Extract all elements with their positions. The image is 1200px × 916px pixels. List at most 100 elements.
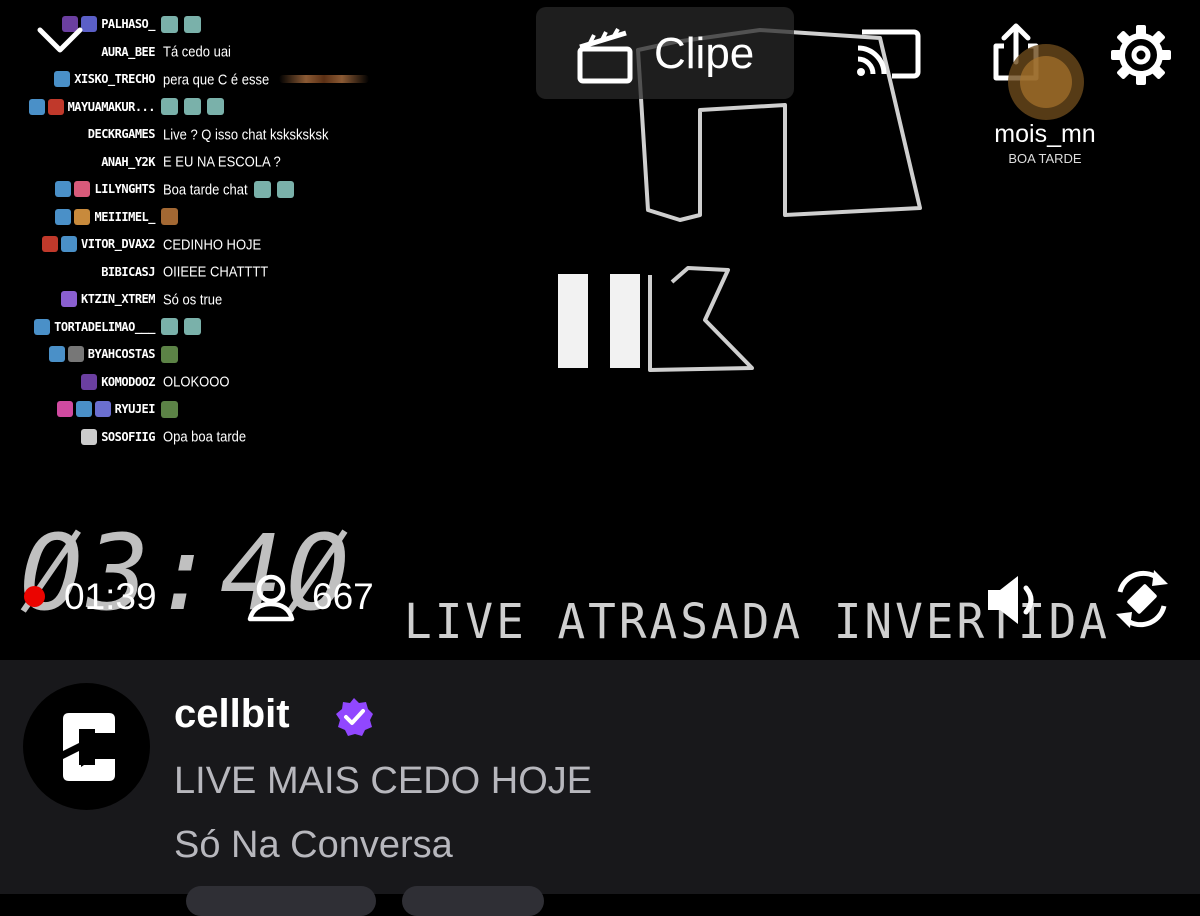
- chat-message: SOSOFIIG Opa boa tarde: [0, 427, 246, 447]
- channel-name[interactable]: cellbit: [174, 692, 290, 737]
- chat-emote-icon: [276, 180, 294, 198]
- chat-badge-icon: [55, 181, 72, 197]
- chat-badges: [42, 236, 78, 252]
- chat-badges: [28, 98, 64, 115]
- chat-username[interactable]: AURA_BEE: [101, 45, 155, 59]
- chat-badge-icon: [75, 401, 92, 417]
- chat-message-text: Tá cedo uai: [163, 43, 231, 60]
- channel-avatar[interactable]: [23, 683, 150, 810]
- chat-emote-icon: [161, 318, 178, 335]
- clip-label: Clipe: [654, 29, 755, 78]
- chat-emote-icon: [161, 15, 178, 33]
- gear-icon[interactable]: [1108, 22, 1174, 88]
- channel-logo-icon: [61, 713, 115, 781]
- chat-emote-icon: [207, 98, 224, 115]
- chat-username[interactable]: TORTADELIMAO___: [54, 320, 155, 334]
- chat-message: VITOR_DVAX2 CEDINHO HOJE: [0, 234, 261, 254]
- chat-badges: [55, 208, 91, 225]
- chat-username[interactable]: KTZIN_XTREM: [81, 292, 155, 306]
- chat-emote-icon: [161, 98, 178, 115]
- chat-username[interactable]: DECKRGAMES: [88, 127, 156, 141]
- clapperboard-icon: [577, 28, 633, 84]
- chat-username[interactable]: ANAH_Y2K: [101, 155, 155, 169]
- stream-info-panel: cellbit LIVE MAIS CEDO HOJE Só Na Conver…: [0, 660, 1200, 916]
- chat-username[interactable]: KOMODOOZ: [101, 375, 155, 389]
- chat-emote-icon: [253, 180, 271, 198]
- chat-message: PALHASO_: [0, 14, 201, 34]
- chat-message: MAYUAMAKUR...: [0, 97, 224, 117]
- chat-badge-icon: [61, 236, 78, 252]
- chat-message: BYAHCOSTAS: [0, 344, 178, 364]
- video-player[interactable]: PALHASO_ AURA_BEE Tá cedo uai XISKO_TRECHO p…: [0, 0, 1200, 660]
- chat-badge-icon: [55, 208, 72, 225]
- cast-icon[interactable]: [852, 26, 922, 82]
- chat-badge-icon: [61, 291, 78, 307]
- chat-message-text: Opa boa tarde: [163, 428, 247, 445]
- chat-username[interactable]: LILYNGHTS: [94, 182, 155, 196]
- chat-badge-icon: [48, 346, 65, 362]
- chat-badge-icon: [54, 71, 71, 87]
- overlay-user: mois_mn BOA TARDE: [980, 120, 1110, 166]
- chat-message: AURA_BEE Tá cedo uai: [0, 42, 231, 62]
- verified-badge-icon: [336, 698, 373, 736]
- chevron-down-icon[interactable]: [36, 22, 84, 56]
- chat-emote-icon: [184, 15, 201, 33]
- chat-badges: [81, 373, 98, 390]
- chat-username[interactable]: PALHASO_: [101, 17, 155, 31]
- chat-badge-icon: [47, 98, 64, 115]
- tag-pill[interactable]: [402, 886, 544, 916]
- chat-badge-icon: [28, 98, 45, 115]
- stream-title: LIVE MAIS CEDO HOJE: [174, 760, 593, 802]
- chat-username[interactable]: MAYUAMAKUR...: [68, 100, 156, 114]
- chat-message: RYUJEI: [0, 399, 178, 419]
- overlay-user-message: BOA TARDE: [1008, 151, 1082, 166]
- chat-badge-icon: [67, 346, 84, 362]
- chat-message-text: Live ? Q isso chat ksksksksk: [163, 125, 329, 143]
- chat-message: ANAH_Y2K E EU NA ESCOLA ?: [0, 152, 281, 172]
- chat-emote-icon: [161, 400, 178, 418]
- chat-username[interactable]: BYAHCOSTAS: [88, 347, 156, 361]
- overlay-user-avatar: [1008, 44, 1084, 120]
- chat-username[interactable]: MEIIIMEL_: [94, 210, 155, 224]
- chat-message-text: CEDINHO HOJE: [163, 235, 262, 253]
- chat-badge-icon: [42, 236, 59, 252]
- chat-badge-icon: [74, 208, 91, 225]
- stream-category[interactable]: Só Na Conversa: [174, 824, 453, 867]
- chat-message: KOMODOOZ OLOKOOO: [0, 372, 229, 392]
- chat-username[interactable]: SOSOFIIG: [101, 430, 155, 444]
- tag-pill[interactable]: [186, 886, 376, 916]
- chat-username[interactable]: RYUJEI: [115, 402, 156, 416]
- chat-message: KTZIN_XTREM Só os true: [0, 289, 222, 309]
- live-uptime: 01:39: [64, 576, 157, 617]
- viewer-count: 667: [312, 576, 374, 617]
- chat-message: MEIIIMEL_: [0, 207, 178, 227]
- chat-emote-icon: [161, 345, 178, 363]
- chat-message-text: Boa tarde chat: [163, 180, 248, 198]
- clip-button[interactable]: Clipe: [536, 7, 794, 99]
- chat-message: LILYNGHTS Boa tarde chat: [0, 179, 294, 199]
- chat-badge-icon: [81, 373, 98, 390]
- chat-emote-icon: [184, 98, 201, 115]
- chat-message: BIBICASJ OIIEEE CHATTTT: [0, 262, 268, 282]
- chat-message-text: OIIEEE CHATTTT: [163, 263, 269, 280]
- chat-emote-icon: [161, 208, 178, 225]
- rotate-screen-icon[interactable]: [1112, 566, 1172, 632]
- chat-username[interactable]: BIBICASJ: [101, 265, 155, 279]
- chat-badge-icon: [74, 181, 91, 197]
- chat-badges: [54, 71, 71, 87]
- pause-icon[interactable]: [558, 274, 642, 368]
- chat-badge-icon: [94, 401, 111, 417]
- chat-badges: [81, 428, 98, 445]
- chat-message-text: Só os true: [163, 290, 223, 308]
- chat-username[interactable]: XISKO_TRECHO: [74, 72, 155, 86]
- live-indicator-icon: [24, 586, 45, 607]
- chat-username[interactable]: VITOR_DVAX2: [81, 237, 155, 251]
- volume-icon[interactable]: [984, 572, 1048, 628]
- chat-badge-icon: [81, 428, 98, 445]
- overlay-user-name: mois_mn: [994, 120, 1096, 148]
- chat-message: XISKO_TRECHO pera que C é esse: [0, 69, 370, 89]
- chat-message: DECKRGAMES Live ? Q isso chat ksksksksk: [0, 124, 329, 144]
- chat-message-text: E EU NA ESCOLA ?: [163, 153, 281, 170]
- chat-badges: [61, 291, 78, 307]
- chat-badge-icon: [56, 401, 73, 417]
